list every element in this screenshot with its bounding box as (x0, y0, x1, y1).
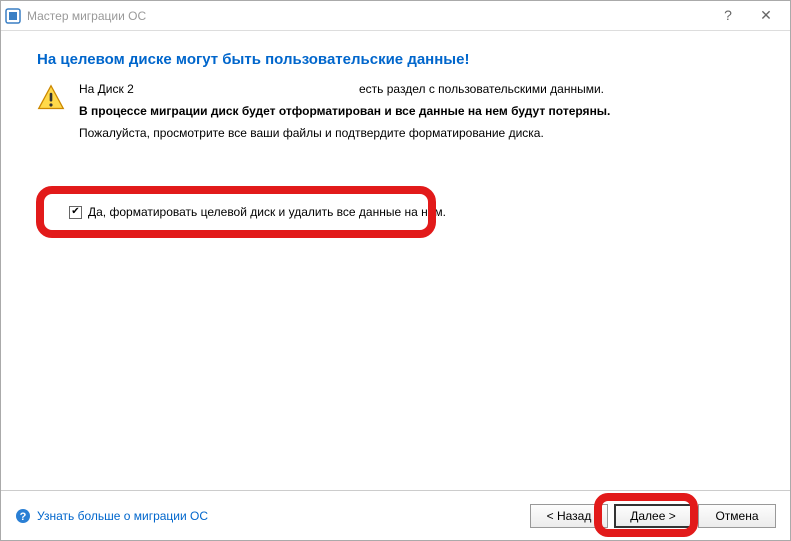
disk-info-line: На Диск 2 есть раздел с пользовательским… (79, 82, 754, 96)
help-icon: ? (15, 508, 31, 524)
format-warning: В процессе миграции диск будет отформати… (79, 104, 754, 118)
content-area: На целевом диске могут быть пользователь… (1, 31, 790, 490)
close-button[interactable]: ✕ (756, 7, 776, 24)
confirm-checkbox-row: ✔ Да, форматировать целевой диск и удали… (69, 205, 446, 219)
svg-text:?: ? (20, 511, 27, 523)
titlebar: Мастер миграции ОС ? ✕ (1, 1, 790, 31)
disk-name: На Диск 2 (79, 82, 359, 96)
next-button[interactable]: Далее > (614, 504, 692, 528)
confirm-prompt: Пожалуйста, просмотрите все ваши файлы и… (79, 126, 754, 140)
page-heading: На целевом диске могут быть пользователь… (37, 51, 754, 68)
confirm-checkbox[interactable]: ✔ (69, 206, 82, 219)
confirm-checkbox-label: Да, форматировать целевой диск и удалить… (88, 205, 446, 219)
warning-section: На Диск 2 есть раздел с пользовательским… (37, 82, 754, 150)
window-title: Мастер миграции ОС (27, 9, 718, 23)
footer: ? Узнать больше о миграции ОС < Назад Да… (1, 490, 790, 540)
wizard-window: Мастер миграции ОС ? ✕ На целевом диске … (0, 0, 791, 541)
app-icon (5, 8, 21, 24)
help-button[interactable]: ? (718, 7, 738, 24)
titlebar-controls: ? ✕ (718, 7, 776, 24)
cancel-button[interactable]: Отмена (698, 504, 776, 528)
learn-more-label: Узнать больше о миграции ОС (37, 509, 208, 523)
back-button[interactable]: < Назад (530, 504, 608, 528)
learn-more-link[interactable]: ? Узнать больше о миграции ОС (15, 508, 208, 524)
wizard-buttons: < Назад Далее > Отмена (530, 504, 776, 528)
warning-icon (37, 84, 65, 112)
disk-note: есть раздел с пользовательскими данными. (359, 82, 754, 96)
warning-body: На Диск 2 есть раздел с пользовательским… (79, 82, 754, 150)
